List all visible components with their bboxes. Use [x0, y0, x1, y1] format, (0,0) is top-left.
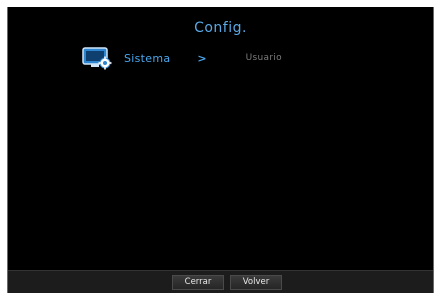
breadcrumb-separator: > [197, 51, 207, 65]
page-title: Config. [194, 20, 247, 36]
breadcrumb-usuario[interactable]: Usuario [246, 53, 282, 63]
breadcrumb: Sistema > Usuario [82, 45, 282, 71]
breadcrumb-sistema[interactable]: Sistema [124, 52, 170, 65]
config-screen: Config. Sistema > Usuario Cerrar Volver [7, 7, 434, 293]
back-button[interactable]: Volver [230, 275, 282, 290]
footer-bar: Cerrar Volver [8, 270, 433, 293]
monitor-gear-icon[interactable] [82, 46, 112, 70]
close-button[interactable]: Cerrar [172, 275, 224, 290]
